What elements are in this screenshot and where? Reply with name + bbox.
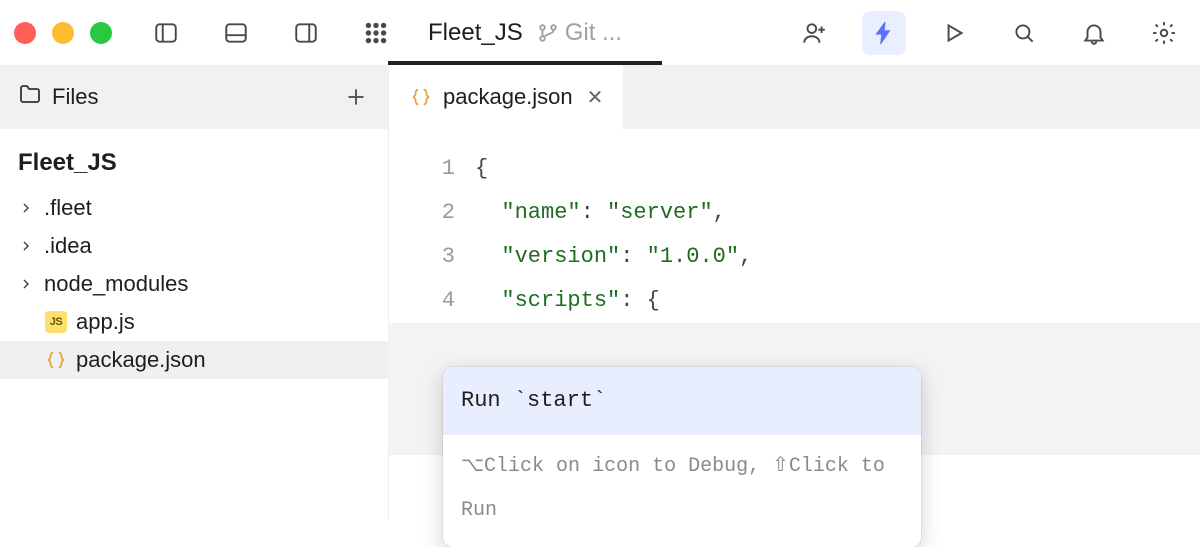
sidebar-header: Files	[0, 65, 388, 129]
code-line: 2 "name": "server",	[389, 191, 1200, 235]
line-number: 1	[393, 147, 475, 191]
git-menu[interactable]: Git ...	[537, 19, 622, 47]
chevron-right-icon	[18, 238, 36, 254]
json-file-icon	[44, 348, 68, 372]
search-icon[interactable]	[1002, 11, 1046, 55]
line-number: 4	[393, 279, 475, 323]
titlebar: Fleet_JS Git ...	[0, 0, 1200, 65]
close-window-button[interactable]	[14, 22, 36, 44]
chevron-right-icon	[18, 200, 36, 216]
panel-bottom-icon[interactable]	[214, 11, 258, 55]
zoom-window-button[interactable]	[90, 22, 112, 44]
run-popup: Run `start` ⌥Click on icon to Debug, ⇧Cl…	[443, 367, 921, 547]
bolt-icon[interactable]	[862, 11, 906, 55]
project-root[interactable]: Fleet_JS	[0, 143, 388, 189]
branch-icon	[537, 22, 559, 44]
run-popup-action[interactable]: Run `start`	[443, 367, 921, 435]
js-file-icon: JS	[44, 310, 68, 334]
editor-pane: package.json ✕ 1{ 2 "name": "server", 3 …	[388, 65, 1200, 520]
sidebar-header-label: Files	[52, 84, 334, 110]
tree-item-fleet[interactable]: .fleet	[0, 189, 388, 227]
code-line: 4 "scripts": {	[389, 279, 1200, 323]
run-popup-hint: ⌥Click on icon to Debug, ⇧Click to Run	[443, 435, 921, 547]
tree-item-label: node_modules	[44, 271, 188, 297]
tree-item-node-modules[interactable]: node_modules	[0, 265, 388, 303]
close-icon[interactable]: ✕	[587, 85, 604, 110]
minimize-window-button[interactable]	[52, 22, 74, 44]
add-button[interactable]	[334, 75, 378, 119]
add-user-icon[interactable]	[792, 11, 836, 55]
tree-item-app-js[interactable]: JS app.js	[0, 303, 388, 341]
tree-item-idea[interactable]: .idea	[0, 227, 388, 265]
tree-item-label: package.json	[76, 347, 206, 373]
tab-package-json[interactable]: package.json ✕	[389, 65, 623, 129]
main-split: Files Fleet_JS .fleet .idea	[0, 65, 1200, 520]
line-number: 2	[393, 191, 475, 235]
tabstrip: package.json ✕	[389, 65, 1200, 129]
tree-item-package-json[interactable]: package.json	[0, 341, 388, 379]
run-icon[interactable]	[932, 11, 976, 55]
file-tree: Fleet_JS .fleet .idea node_modules	[0, 129, 388, 393]
traffic-lights	[14, 22, 112, 44]
folder-icon	[18, 82, 42, 112]
code-line: 1{	[389, 147, 1200, 191]
project-name[interactable]: Fleet_JS	[428, 19, 523, 47]
bell-icon[interactable]	[1072, 11, 1116, 55]
code-line: 3 "version": "1.0.0",	[389, 235, 1200, 279]
chevron-right-icon	[18, 276, 36, 292]
git-placeholder-text: Git ...	[565, 19, 622, 47]
json-file-icon	[409, 85, 433, 109]
panel-right-icon[interactable]	[284, 11, 328, 55]
panel-left-icon[interactable]	[144, 11, 188, 55]
gear-icon[interactable]	[1142, 11, 1186, 55]
line-number: 3	[393, 235, 475, 279]
code-area[interactable]: 1{ 2 "name": "server", 3 "version": "1.0…	[389, 129, 1200, 520]
tree-item-label: app.js	[76, 309, 135, 335]
tab-label: package.json	[443, 84, 573, 110]
sidebar: Files Fleet_JS .fleet .idea	[0, 65, 388, 520]
grid-icon[interactable]	[354, 11, 398, 55]
tree-item-label: .idea	[44, 233, 92, 259]
tree-item-label: .fleet	[44, 195, 92, 221]
